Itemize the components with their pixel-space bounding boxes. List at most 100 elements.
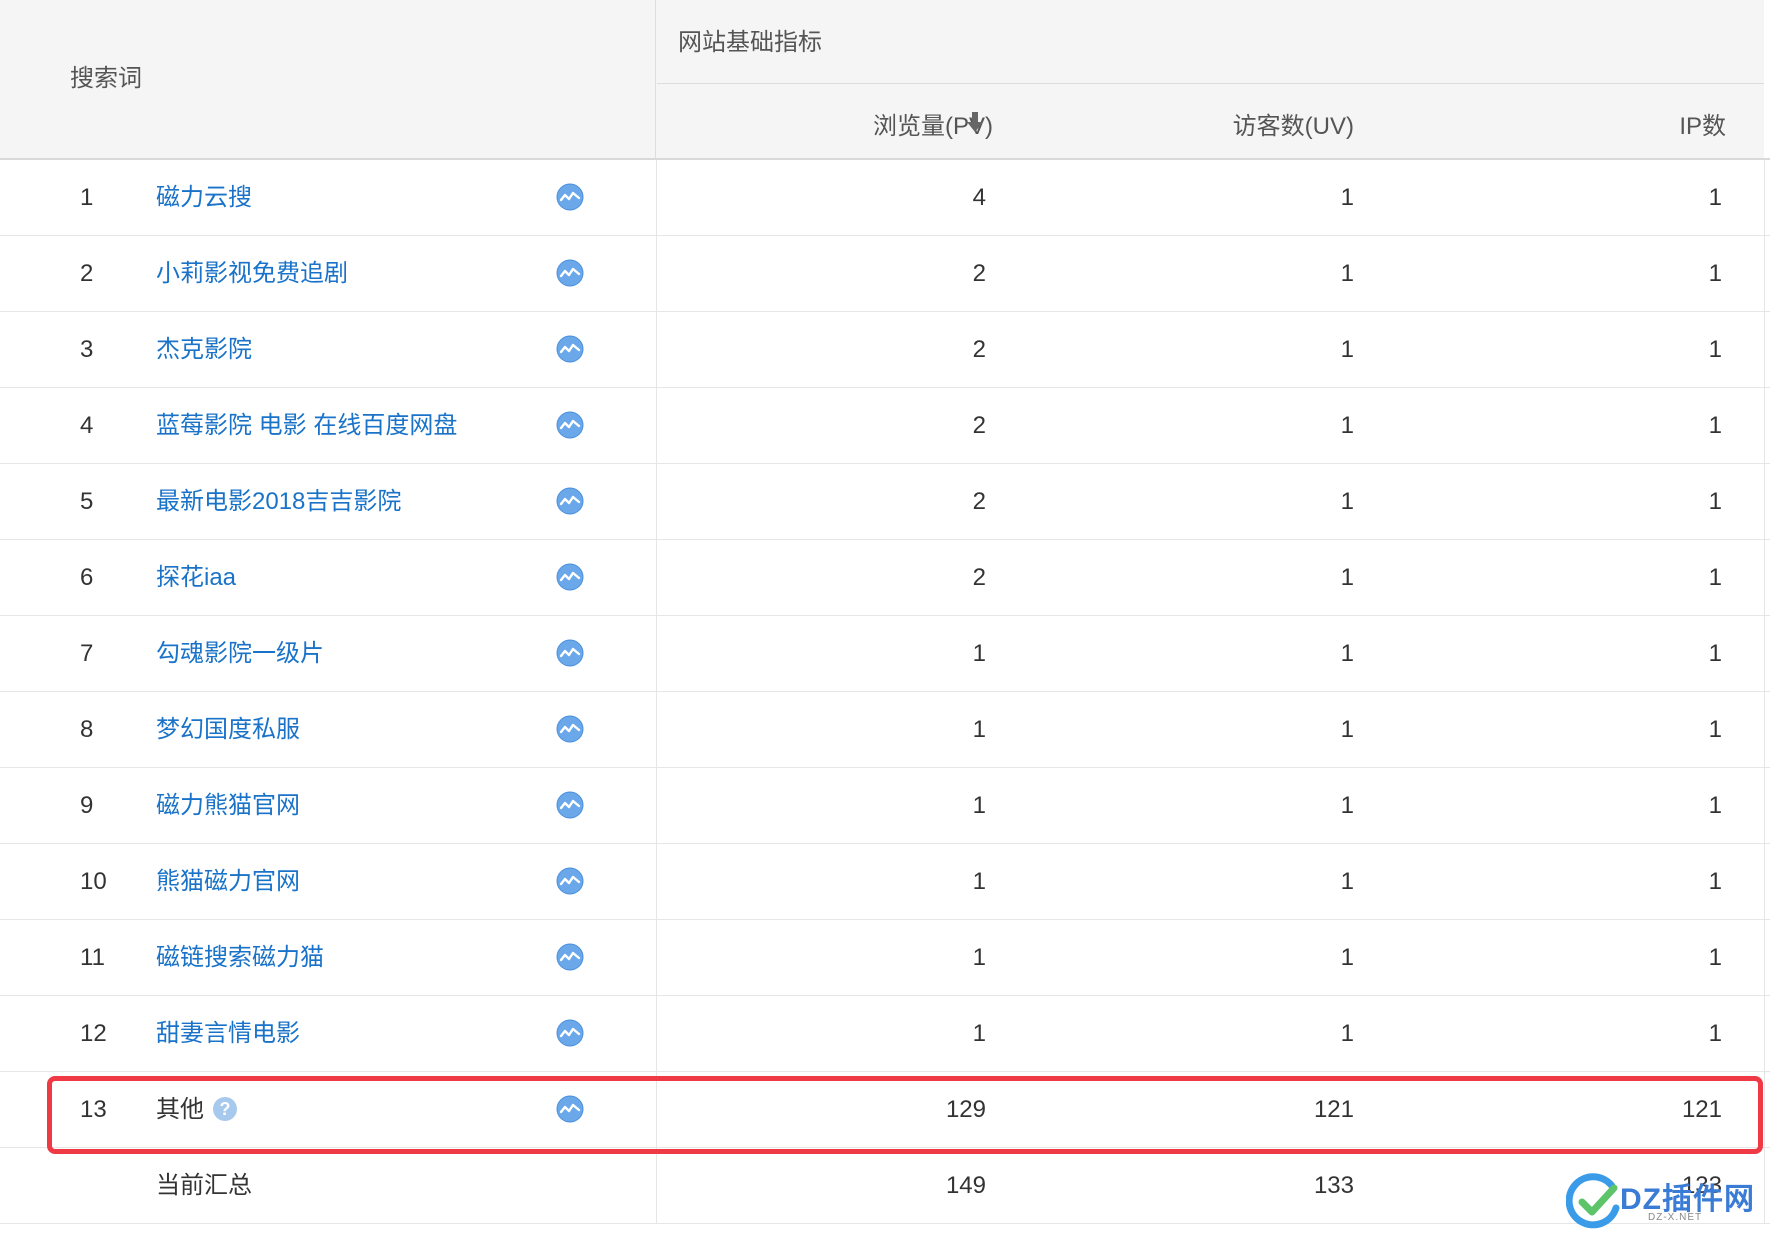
table-row: 1 磁力云搜 4 1 1 <box>0 160 1770 236</box>
row-pv: 1 <box>972 1020 986 1047</box>
trend-chart-icon[interactable] <box>556 563 584 591</box>
trend-chart-icon[interactable] <box>556 943 584 971</box>
keyword-link[interactable]: 勾魂影院一级片 <box>156 640 324 668</box>
trend-chart-icon[interactable] <box>556 867 584 895</box>
row-uv: 1 <box>1340 488 1354 515</box>
watermark-sub: DZ-X.NET <box>1648 1212 1703 1223</box>
trend-chart-icon[interactable] <box>556 1095 584 1123</box>
row-pv: 1 <box>972 640 986 667</box>
trend-chart-icon[interactable] <box>556 259 584 287</box>
trend-chart-icon[interactable] <box>556 1019 584 1047</box>
table-row: 13 其他? 129 121 121 <box>0 1072 1770 1148</box>
row-rank: 3 <box>80 336 94 363</box>
row-pv: 1 <box>972 868 986 895</box>
trend-chart-icon[interactable] <box>556 487 584 515</box>
row-pv: 1 <box>972 716 986 743</box>
keyword-link[interactable]: 探花iaa <box>156 564 236 592</box>
row-uv: 1 <box>1340 944 1354 971</box>
table-row: 3 杰克影院 2 1 1 <box>0 312 1770 388</box>
keyword-link[interactable]: 小莉影视免费追剧 <box>156 260 348 288</box>
arrow-down-icon[interactable] <box>966 111 984 133</box>
row-ip: 1 <box>1708 640 1722 667</box>
help-icon[interactable]: ? <box>213 1097 237 1121</box>
row-rank: 9 <box>80 792 94 819</box>
trend-chart-icon[interactable] <box>556 639 584 667</box>
keyword-link[interactable]: 梦幻国度私服 <box>156 716 300 744</box>
table-row: 2 小莉影视免费追剧 2 1 1 <box>0 236 1770 312</box>
keyword-link[interactable]: 磁力熊猫官网 <box>156 792 300 820</box>
row-pv: 4 <box>972 184 986 211</box>
row-rank: 12 <box>80 1020 107 1047</box>
row-uv: 1 <box>1340 336 1354 363</box>
column-header-ip[interactable]: IP数 <box>1679 106 1726 141</box>
row-uv: 1 <box>1340 564 1354 591</box>
row-uv: 121 <box>1313 1096 1354 1123</box>
keyword-link[interactable]: 蓝莓影院 电影 在线百度网盘 <box>156 412 457 440</box>
row-ip: 1 <box>1708 412 1722 439</box>
row-pv: 2 <box>972 336 986 363</box>
row-ip: 1 <box>1708 792 1722 819</box>
keyword-link[interactable]: 杰克影院 <box>156 336 252 364</box>
summary-label: 当前汇总 <box>156 1172 252 1199</box>
row-uv: 1 <box>1340 792 1354 819</box>
row-ip: 1 <box>1708 184 1722 211</box>
table-row: 12 甜妻言情电影 1 1 1 <box>0 996 1770 1072</box>
keyword-link[interactable]: 最新电影2018吉吉影院 <box>156 488 401 516</box>
row-ip: 1 <box>1708 716 1722 743</box>
row-rank: 13 <box>80 1096 107 1123</box>
check-logo-icon <box>1566 1173 1620 1229</box>
row-ip: 1 <box>1708 336 1722 363</box>
trend-chart-icon[interactable] <box>556 411 584 439</box>
row-uv: 1 <box>1340 868 1354 895</box>
keyword-link[interactable]: 熊猫磁力官网 <box>156 868 300 896</box>
row-rank: 2 <box>80 260 94 287</box>
summary-pv: 149 <box>945 1172 986 1199</box>
row-ip: 1 <box>1708 944 1722 971</box>
search-keyword-report: 搜索词 网站基础指标 浏览量(PV) 访客数(UV) IP数 1 磁力云搜 4 1 1 2… <box>0 0 1770 1224</box>
row-uv: 1 <box>1340 184 1354 211</box>
row-ip: 1 <box>1708 1020 1722 1047</box>
trend-chart-icon[interactable] <box>556 335 584 363</box>
column-header-keyword: 搜索词 <box>0 0 656 158</box>
trend-chart-icon[interactable] <box>556 791 584 819</box>
row-rank: 8 <box>80 716 94 743</box>
row-rank: 6 <box>80 564 94 591</box>
table-row: 9 磁力熊猫官网 1 1 1 <box>0 768 1770 844</box>
table-row: 4 蓝莓影院 电影 在线百度网盘 2 1 1 <box>0 388 1770 464</box>
summary-row: 当前汇总 149 133 133 <box>0 1148 1770 1224</box>
column-header-uv[interactable]: 访客数(UV) <box>1233 106 1354 141</box>
row-uv: 1 <box>1340 716 1354 743</box>
row-pv: 2 <box>972 488 986 515</box>
keyword-link: 其他 <box>156 1096 204 1123</box>
row-pv: 2 <box>972 564 986 591</box>
table-row: 8 梦幻国度私服 1 1 1 <box>0 692 1770 768</box>
row-rank: 4 <box>80 412 94 439</box>
row-ip: 1 <box>1708 260 1722 287</box>
row-pv: 1 <box>972 792 986 819</box>
row-pv: 2 <box>972 412 986 439</box>
row-rank: 11 <box>80 944 105 971</box>
table-row: 10 熊猫磁力官网 1 1 1 <box>0 844 1770 920</box>
table-row: 11 磁链搜索磁力猫 1 1 1 <box>0 920 1770 996</box>
table-body: 1 磁力云搜 4 1 1 2 小莉影视免费追剧 2 1 1 3 杰克影院 2 1 1 4 蓝莓影院 电影 在线百… <box>0 160 1770 1148</box>
column-group-header: 网站基础指标 <box>657 0 1764 84</box>
row-ip: 1 <box>1708 868 1722 895</box>
keyword-link[interactable]: 磁链搜索磁力猫 <box>156 944 324 972</box>
row-pv: 2 <box>972 260 986 287</box>
row-pv: 129 <box>945 1096 986 1123</box>
row-ip: 1 <box>1708 488 1722 515</box>
trend-chart-icon[interactable] <box>556 715 584 743</box>
keyword-link[interactable]: 磁力云搜 <box>156 184 252 212</box>
header-edge <box>1764 0 1770 158</box>
row-rank: 5 <box>80 488 94 515</box>
row-uv: 1 <box>1340 640 1354 667</box>
row-uv: 1 <box>1340 260 1354 287</box>
table-header: 搜索词 网站基础指标 浏览量(PV) 访客数(UV) IP数 <box>0 0 1770 160</box>
summary-uv: 133 <box>1313 1172 1354 1199</box>
table-row: 6 探花iaa 2 1 1 <box>0 540 1770 616</box>
row-ip: 1 <box>1708 564 1722 591</box>
trend-chart-icon[interactable] <box>556 183 584 211</box>
table-row: 5 最新电影2018吉吉影院 2 1 1 <box>0 464 1770 540</box>
row-uv: 1 <box>1340 412 1354 439</box>
keyword-link[interactable]: 甜妻言情电影 <box>156 1020 300 1048</box>
